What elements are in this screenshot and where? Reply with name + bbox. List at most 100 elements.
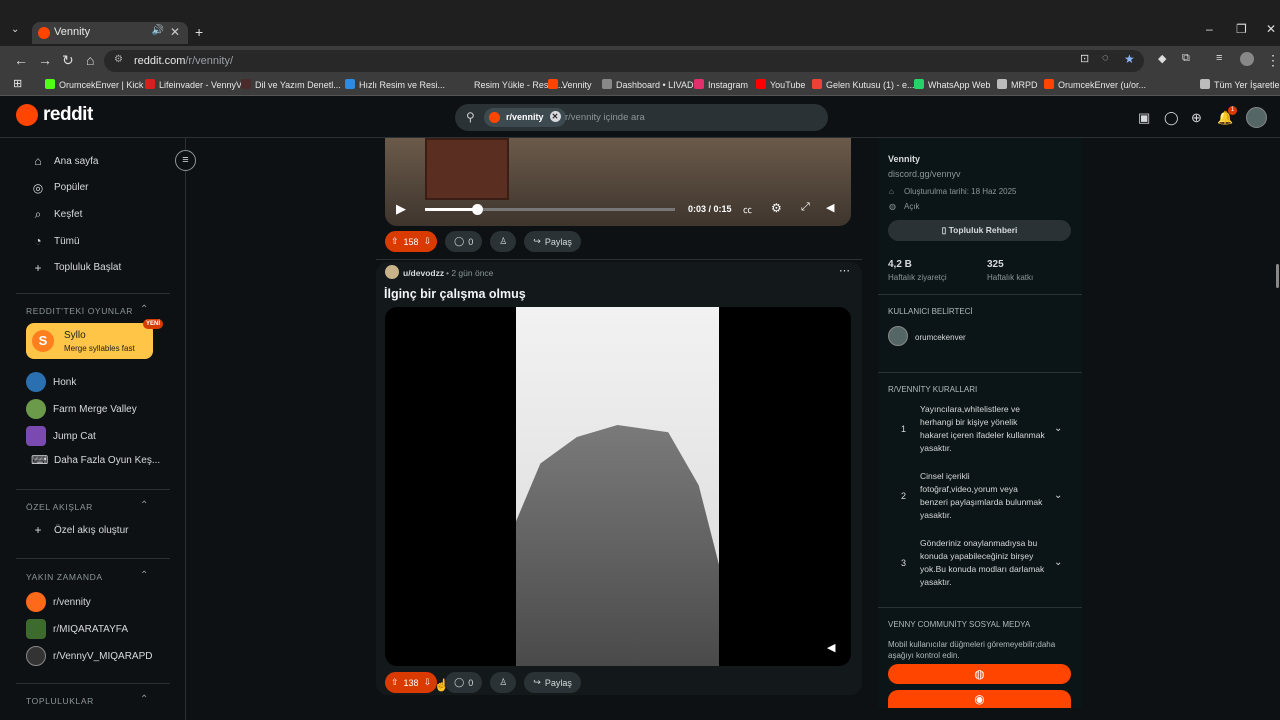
post2-comments-button[interactable]: ◯ 0 — [445, 672, 483, 693]
sidebar-item[interactable]: + Topluluk Başlat — [31, 261, 121, 275]
post-options-icon[interactable]: ⋯ — [839, 264, 850, 277]
game-honk[interactable]: Honk — [26, 372, 76, 392]
fullscreen-icon[interactable]: ⤢ — [801, 201, 810, 214]
recent-title[interactable]: YAKIN ZAMANDA — [26, 572, 103, 582]
chevron-down-icon[interactable]: ⌄ — [1054, 557, 1062, 568]
bookmark-item[interactable]: Dashboard • LIVAD — [602, 79, 694, 90]
games-section-title[interactable]: REDDIT'TEKİ OYUNLAR — [26, 306, 133, 316]
syllo-game-card[interactable]: S Syllo Merge syllables fast — [26, 323, 153, 359]
more-games[interactable]: ⌨ Daha Fazla Oyun Keş... — [31, 453, 160, 467]
post1-video[interactable]: ▶ 0:03 / 0:15 ㏄ ⚙ ⤢ ◀ — [385, 138, 851, 226]
flair-avatar[interactable] — [888, 326, 908, 346]
puzzle-icon[interactable]: ⧉ — [1182, 52, 1190, 65]
settings-icon[interactable]: ⚙ — [771, 201, 782, 215]
sidebar-item[interactable]: ⌂ Ana sayfa — [31, 154, 98, 168]
ads-icon[interactable]: ▣ — [1138, 110, 1150, 126]
close-tab-icon[interactable]: ✕ — [170, 25, 180, 39]
post2-video[interactable]: ◀ — [385, 307, 851, 666]
discord-link-button[interactable]: ◉ — [888, 690, 1071, 708]
search-input[interactable]: ⚲ r/vennity ✕ r/vennity içinde ara — [455, 104, 828, 131]
media-icon[interactable]: ≡ — [1216, 52, 1222, 64]
community-guide-button[interactable]: ▯ Topluluk Rehberi — [888, 220, 1071, 241]
video-progress-slider[interactable] — [425, 204, 675, 215]
page-scrollbar[interactable] — [1276, 264, 1279, 288]
create-post-icon[interactable]: ⊕ — [1191, 110, 1202, 126]
apps-icon[interactable]: ⊞ — [13, 77, 22, 90]
minimize-icon[interactable]: – — [1206, 22, 1213, 36]
post1-share-button[interactable]: ↪ Paylaş — [524, 231, 581, 252]
rule-item[interactable]: Gönderiniz onaylanmadıysa bu konuda yapa… — [920, 537, 1045, 589]
upvote-icon[interactable]: ⇧ — [391, 236, 399, 247]
sidebar-item[interactable]: ⌕ Keşfet — [31, 207, 83, 221]
chat-icon[interactable]: ◯ — [1164, 110, 1179, 126]
chevron-up-icon[interactable]: ⌃ — [140, 694, 148, 705]
game-farm-merge-valley[interactable]: Farm Merge Valley — [26, 399, 137, 419]
volume-icon[interactable]: ◀ — [826, 201, 834, 214]
rule-item[interactable]: Cinsel içerikli fotoğraf,video,yorum vey… — [920, 470, 1045, 522]
post2-share-button[interactable]: ↪ Paylaş — [524, 672, 581, 693]
chevron-up-icon[interactable]: ⌃ — [140, 304, 148, 315]
bookmark-item[interactable]: Instagram — [694, 79, 748, 90]
captions-icon[interactable]: ㏄ — [743, 203, 752, 216]
chevron-down-icon[interactable]: ⌄ — [1054, 423, 1062, 434]
downvote-icon[interactable]: ⇩ — [424, 677, 432, 688]
post2-author[interactable]: u/devodzz — [403, 268, 444, 278]
back-icon[interactable]: ← — [14, 52, 28, 68]
bookmark-item[interactable]: Lifeinvader - VennyV — [145, 79, 242, 90]
create-custom-feed[interactable]: + Özel akış oluştur — [31, 523, 128, 537]
website-link-button[interactable]: ◍ — [888, 664, 1071, 684]
user-avatar[interactable] — [1246, 107, 1267, 128]
reddit-logo[interactable]: reddit — [16, 104, 93, 126]
upvote-icon[interactable]: ⇧ — [391, 677, 399, 688]
chevron-up-icon[interactable]: ⌃ — [140, 500, 148, 511]
communities-title[interactable]: TOPLULUKLAR — [26, 696, 94, 706]
flair-user[interactable]: orumcekenver — [915, 333, 966, 342]
recent-vennity[interactable]: r/vennity — [26, 592, 91, 612]
community-link[interactable]: discord.gg/vennyv — [888, 169, 961, 179]
window-close-icon[interactable]: ✕ — [1266, 22, 1276, 36]
home-browser-icon[interactable]: ⌂ — [86, 52, 94, 68]
bookmark-item[interactable]: MRPD — [997, 79, 1038, 90]
recent-vennyv-miqarapd[interactable]: r/VennyV_MIQARAPD — [26, 646, 152, 666]
chevron-down-icon[interactable]: ⌄ — [1054, 490, 1062, 501]
custom-feeds-title[interactable]: ÖZEL AKIŞLAR — [26, 502, 93, 512]
play-icon[interactable]: ▶ — [396, 201, 406, 217]
tab-search-icon[interactable]: ⌄ — [11, 24, 19, 35]
post2-title[interactable]: İlginç bir çalışma olmuş — [384, 287, 526, 301]
restore-icon[interactable]: ❐ — [1236, 22, 1247, 36]
rule-item[interactable]: Yayıncılara,whitelistlere ve herhangi bi… — [920, 403, 1045, 455]
downvote-icon[interactable]: ⇩ — [424, 236, 432, 247]
new-tab-button[interactable]: + — [195, 24, 203, 40]
post2-award-button[interactable]: ♙ — [490, 672, 517, 693]
sidebar-item[interactable]: ◔ Tümü — [31, 234, 79, 248]
site-info-icon[interactable]: ⚙ — [114, 54, 123, 65]
url-input[interactable]: ⚙ reddit.com/r/vennity/ — [104, 50, 1144, 72]
install-icon[interactable]: ⊡ — [1080, 52, 1089, 65]
chevron-up-icon[interactable]: ⌃ — [140, 570, 148, 581]
bookmark-item[interactable]: WhatsApp Web — [914, 79, 990, 90]
collapse-sidebar-icon[interactable]: ≡ — [175, 150, 196, 171]
clear-chip-icon[interactable]: ✕ — [549, 111, 561, 122]
progress-knob[interactable] — [472, 204, 483, 215]
bookmark-item[interactable]: Vennity — [548, 79, 592, 90]
speaker-icon[interactable]: 🔊 — [152, 25, 164, 36]
browser-tab[interactable]: Vennity 🔊 ✕ — [32, 22, 188, 44]
bookmark-item[interactable]: OrumcekEnver (u/or... — [1044, 79, 1146, 90]
game-jump-cat[interactable]: Jump Cat — [26, 426, 96, 446]
profile-avatar[interactable] — [1240, 52, 1254, 66]
recent-miqaratayfa[interactable]: r/MIQARATAYFA — [26, 619, 128, 639]
search-subreddit-chip[interactable]: r/vennity ✕ — [484, 108, 566, 127]
menu-icon[interactable]: ⋮ — [1266, 52, 1280, 69]
bookmark-star-icon[interactable]: ★ — [1124, 52, 1135, 66]
reload-icon[interactable]: ↻ — [62, 52, 74, 69]
bookmark-item[interactable]: Gelen Kutusu (1) - e... — [812, 79, 915, 90]
eye-off-icon[interactable]: ◌ — [1102, 52, 1109, 64]
bookmark-item[interactable]: OrumcekEnver | Kick — [45, 79, 143, 90]
bookmark-item[interactable]: Tüm Yer İşaretleri — [1200, 79, 1280, 90]
bookmark-item[interactable]: Hızlı Resim ve Resi... — [345, 79, 445, 90]
author-avatar[interactable] — [385, 265, 399, 279]
post1-award-button[interactable]: ♙ — [490, 231, 517, 252]
bookmark-item[interactable]: YouTube — [756, 79, 805, 90]
sidebar-item[interactable]: ◎ Popüler — [31, 181, 89, 195]
extension-icon[interactable]: ◆ — [1158, 52, 1166, 65]
